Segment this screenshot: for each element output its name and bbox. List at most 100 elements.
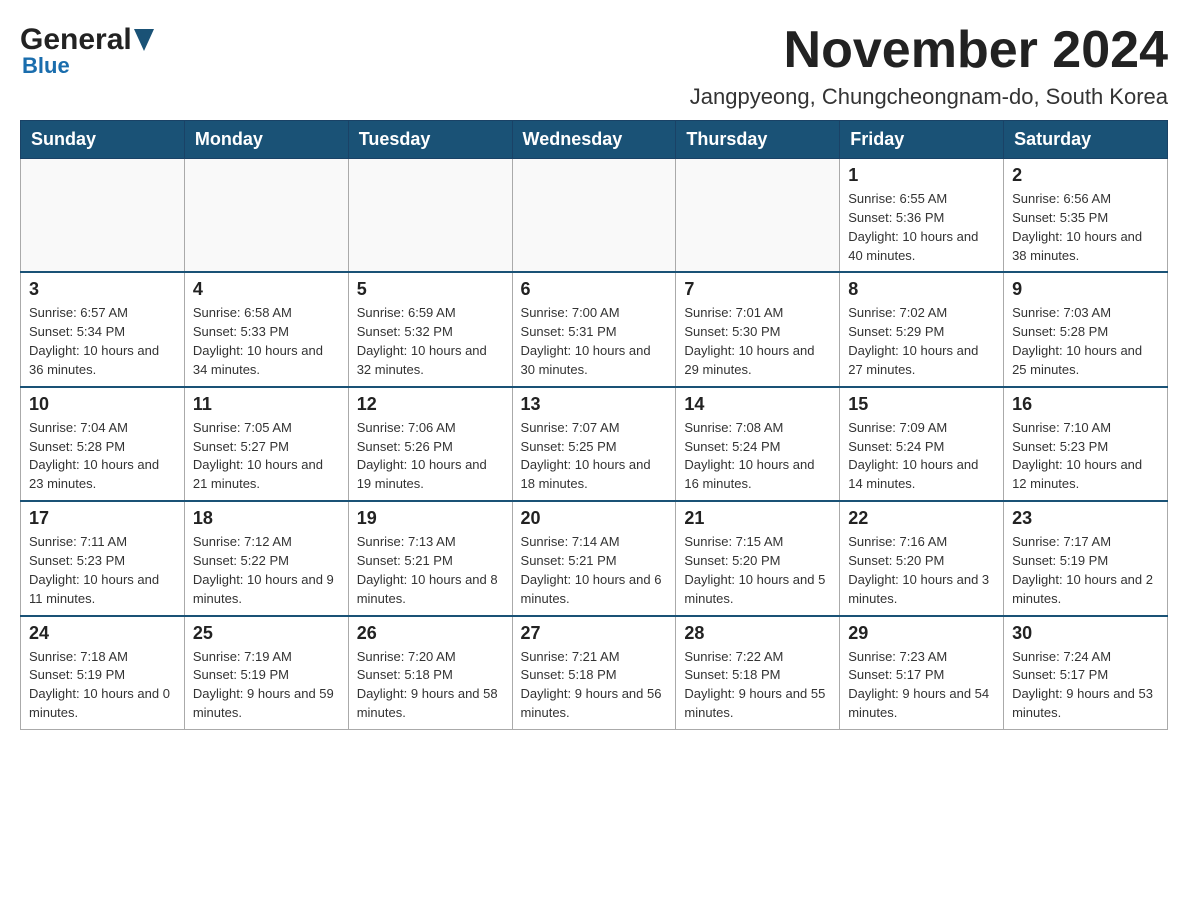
table-row [21, 159, 185, 273]
day-number: 13 [521, 394, 668, 415]
day-number: 15 [848, 394, 995, 415]
day-info: Sunrise: 7:04 AMSunset: 5:28 PMDaylight:… [29, 419, 176, 494]
header-wednesday: Wednesday [512, 121, 676, 159]
header-saturday: Saturday [1004, 121, 1168, 159]
day-info: Sunrise: 7:15 AMSunset: 5:20 PMDaylight:… [684, 533, 831, 608]
day-number: 21 [684, 508, 831, 529]
location-title: Jangpyeong, Chungcheongnam-do, South Kor… [690, 84, 1168, 110]
day-info: Sunrise: 7:03 AMSunset: 5:28 PMDaylight:… [1012, 304, 1159, 379]
day-info: Sunrise: 7:09 AMSunset: 5:24 PMDaylight:… [848, 419, 995, 494]
day-number: 19 [357, 508, 504, 529]
table-row: 25Sunrise: 7:19 AMSunset: 5:19 PMDayligh… [184, 616, 348, 730]
table-row: 11 Sunrise: 7:05 AMSunset: 5:27 PMDayligh… [184, 387, 348, 501]
day-info: Sunrise: 6:57 AMSunset: 5:34 PMDaylight:… [29, 304, 176, 379]
table-row: 4Sunrise: 6:58 AMSunset: 5:33 PMDaylight… [184, 272, 348, 386]
day-info: Sunrise: 7:00 AMSunset: 5:31 PMDaylight:… [521, 304, 668, 379]
day-info: Sunrise: 6:55 AMSunset: 5:36 PMDaylight:… [848, 190, 995, 265]
day-number: 26 [357, 623, 504, 644]
table-row: 5 Sunrise: 6:59 AMSunset: 5:32 PMDaylight… [348, 272, 512, 386]
calendar-header-row: Sunday Monday Tuesday Wednesday Thursday… [21, 121, 1168, 159]
day-number: 11 [193, 394, 340, 415]
header-tuesday: Tuesday [348, 121, 512, 159]
table-row [348, 159, 512, 273]
day-number: 10 [29, 394, 176, 415]
day-number: 27 [521, 623, 668, 644]
table-row: 15 Sunrise: 7:09 AMSunset: 5:24 PMDayligh… [840, 387, 1004, 501]
day-info: Sunrise: 7:02 AMSunset: 5:29 PMDaylight:… [848, 304, 995, 379]
day-info: Sunrise: 7:20 AMSunset: 5:18 PMDaylight:… [357, 648, 504, 723]
day-number: 5 [357, 279, 504, 300]
calendar-week-row: 17Sunrise: 7:11 AMSunset: 5:23 PMDayligh… [21, 501, 1168, 615]
day-info: Sunrise: 7:01 AMSunset: 5:30 PMDaylight:… [684, 304, 831, 379]
table-row: 1 Sunrise: 6:55 AMSunset: 5:36 PMDaylight… [840, 159, 1004, 273]
table-row: 16Sunrise: 7:10 AMSunset: 5:23 PMDayligh… [1004, 387, 1168, 501]
day-number: 9 [1012, 279, 1159, 300]
calendar-table: Sunday Monday Tuesday Wednesday Thursday… [20, 120, 1168, 730]
day-number: 24 [29, 623, 176, 644]
header-thursday: Thursday [676, 121, 840, 159]
header-friday: Friday [840, 121, 1004, 159]
logo-arrow-icon [134, 25, 154, 55]
logo-blue-text: Blue [22, 53, 154, 79]
logo-general-text: General [20, 25, 132, 55]
day-info: Sunrise: 6:56 AMSunset: 5:35 PMDaylight:… [1012, 190, 1159, 265]
day-info: Sunrise: 6:59 AMSunset: 5:32 PMDaylight:… [357, 304, 504, 379]
table-row: 10 Sunrise: 7:04 AMSunset: 5:28 PMDayligh… [21, 387, 185, 501]
day-info: Sunrise: 7:06 AMSunset: 5:26 PMDaylight:… [357, 419, 504, 494]
table-row: 7 Sunrise: 7:01 AMSunset: 5:30 PMDaylight… [676, 272, 840, 386]
day-info: Sunrise: 7:18 AMSunset: 5:19 PMDaylight:… [29, 648, 176, 723]
day-number: 18 [193, 508, 340, 529]
table-row: 29Sunrise: 7:23 AMSunset: 5:17 PMDayligh… [840, 616, 1004, 730]
day-number: 30 [1012, 623, 1159, 644]
day-number: 28 [684, 623, 831, 644]
table-row [184, 159, 348, 273]
day-number: 6 [521, 279, 668, 300]
day-number: 20 [521, 508, 668, 529]
day-number: 1 [848, 165, 995, 186]
table-row: 9 Sunrise: 7:03 AMSunset: 5:28 PMDaylight… [1004, 272, 1168, 386]
table-row: 12 Sunrise: 7:06 AMSunset: 5:26 PMDayligh… [348, 387, 512, 501]
table-row: 28 Sunrise: 7:22 AMSunset: 5:18 PMDayligh… [676, 616, 840, 730]
day-info: Sunrise: 7:17 AMSunset: 5:19 PMDaylight:… [1012, 533, 1159, 608]
title-section: November 2024 Jangpyeong, Chungcheongnam… [690, 20, 1168, 110]
table-row: 23 Sunrise: 7:17 AMSunset: 5:19 PMDayligh… [1004, 501, 1168, 615]
calendar-week-row: 3 Sunrise: 6:57 AMSunset: 5:34 PMDaylight… [21, 272, 1168, 386]
day-info: Sunrise: 7:14 AMSunset: 5:21 PMDaylight:… [521, 533, 668, 608]
day-number: 12 [357, 394, 504, 415]
day-info: Sunrise: 7:08 AMSunset: 5:24 PMDaylight:… [684, 419, 831, 494]
day-info: Sunrise: 7:16 AMSunset: 5:20 PMDaylight:… [848, 533, 995, 608]
day-info: Sunrise: 7:24 AMSunset: 5:17 PMDaylight:… [1012, 648, 1159, 723]
day-number: 7 [684, 279, 831, 300]
month-title: November 2024 [690, 20, 1168, 80]
table-row: 6 Sunrise: 7:00 AMSunset: 5:31 PMDaylight… [512, 272, 676, 386]
calendar-week-row: 1 Sunrise: 6:55 AMSunset: 5:36 PMDaylight… [21, 159, 1168, 273]
table-row: 3 Sunrise: 6:57 AMSunset: 5:34 PMDaylight… [21, 272, 185, 386]
table-row [676, 159, 840, 273]
table-row: 18Sunrise: 7:12 AMSunset: 5:22 PMDayligh… [184, 501, 348, 615]
calendar-week-row: 10 Sunrise: 7:04 AMSunset: 5:28 PMDayligh… [21, 387, 1168, 501]
day-number: 4 [193, 279, 340, 300]
logo-line1: General [20, 25, 154, 55]
day-number: 23 [1012, 508, 1159, 529]
day-info: Sunrise: 7:10 AMSunset: 5:23 PMDaylight:… [1012, 419, 1159, 494]
day-number: 3 [29, 279, 176, 300]
table-row: 8Sunrise: 7:02 AMSunset: 5:29 PMDaylight… [840, 272, 1004, 386]
table-row: 21 Sunrise: 7:15 AMSunset: 5:20 PMDayligh… [676, 501, 840, 615]
logo: General Blue [20, 25, 154, 79]
day-info: Sunrise: 7:22 AMSunset: 5:18 PMDaylight:… [684, 648, 831, 723]
table-row: 2Sunrise: 6:56 AMSunset: 5:35 PMDaylight… [1004, 159, 1168, 273]
table-row: 20 Sunrise: 7:14 AMSunset: 5:21 PMDayligh… [512, 501, 676, 615]
day-info: Sunrise: 7:07 AMSunset: 5:25 PMDaylight:… [521, 419, 668, 494]
day-number: 14 [684, 394, 831, 415]
table-row [512, 159, 676, 273]
table-row: 13 Sunrise: 7:07 AMSunset: 5:25 PMDayligh… [512, 387, 676, 501]
day-info: Sunrise: 7:13 AMSunset: 5:21 PMDaylight:… [357, 533, 504, 608]
header-monday: Monday [184, 121, 348, 159]
table-row: 24 Sunrise: 7:18 AMSunset: 5:19 PMDayligh… [21, 616, 185, 730]
day-number: 29 [848, 623, 995, 644]
day-info: Sunrise: 7:05 AMSunset: 5:27 PMDaylight:… [193, 419, 340, 494]
day-number: 22 [848, 508, 995, 529]
day-info: Sunrise: 7:11 AMSunset: 5:23 PMDaylight:… [29, 533, 176, 608]
day-info: Sunrise: 7:21 AMSunset: 5:18 PMDaylight:… [521, 648, 668, 723]
table-row: 17Sunrise: 7:11 AMSunset: 5:23 PMDayligh… [21, 501, 185, 615]
